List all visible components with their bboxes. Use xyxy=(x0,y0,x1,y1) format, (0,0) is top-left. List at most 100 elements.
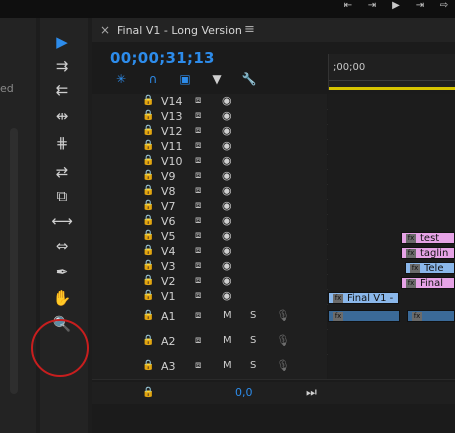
sync-lock-icon[interactable]: ⧈ xyxy=(195,170,201,181)
lock-icon[interactable]: 🔒 xyxy=(142,140,154,151)
eye-icon[interactable]: ◉ xyxy=(222,154,232,167)
eye-icon[interactable]: ◉ xyxy=(222,259,232,272)
eye-icon[interactable]: ◉ xyxy=(222,94,232,107)
lock-icon[interactable]: 🔒 xyxy=(142,215,154,226)
lock-icon[interactable]: 🔒 xyxy=(142,95,154,106)
track-area[interactable] xyxy=(328,139,455,154)
lock-icon[interactable]: 🔒 xyxy=(142,230,154,241)
eye-icon[interactable]: ◉ xyxy=(222,169,232,182)
eye-icon[interactable]: ◉ xyxy=(222,139,232,152)
track-name[interactable]: V13 xyxy=(161,110,183,123)
eye-icon[interactable]: ◉ xyxy=(222,289,232,302)
lock-icon[interactable]: 🔒 xyxy=(142,245,154,256)
lock-icon[interactable]: 🔒 xyxy=(142,200,154,211)
solo-button[interactable]: S xyxy=(250,310,256,321)
lock-icon[interactable]: 🔒 xyxy=(142,387,154,398)
track-name[interactable]: V8 xyxy=(161,185,183,198)
track-area[interactable] xyxy=(328,214,455,229)
rolling-edit-tool-icon[interactable]: ⋕ xyxy=(48,133,76,153)
sync-lock-icon[interactable]: ⧈ xyxy=(195,260,201,271)
track-name[interactable]: V4 xyxy=(161,245,183,258)
lock-icon[interactable]: 🔒 xyxy=(142,275,154,286)
transport-control-icon[interactable]: ⇨ xyxy=(437,0,451,14)
transport-control-icon[interactable]: ⇤ xyxy=(341,0,355,14)
add-marker-icon[interactable]: ▼ xyxy=(206,70,228,88)
track-area[interactable] xyxy=(328,184,455,199)
sync-lock-icon[interactable]: ⧈ xyxy=(195,140,201,151)
track-name[interactable]: A2 xyxy=(161,335,183,348)
sync-lock-icon[interactable]: ⧈ xyxy=(195,215,201,226)
sync-lock-icon[interactable]: ⧈ xyxy=(195,200,201,211)
eye-icon[interactable]: ◉ xyxy=(222,214,232,227)
sync-lock-icon[interactable]: ⧈ xyxy=(195,185,201,196)
solo-button[interactable]: S xyxy=(250,335,256,346)
go-to-end-icon[interactable]: ⏭ xyxy=(306,385,317,400)
eye-icon[interactable]: ◉ xyxy=(222,244,232,257)
transport-control-icon[interactable]: ▶ xyxy=(389,0,403,14)
mute-button[interactable]: M xyxy=(223,310,232,321)
track-name[interactable]: A1 xyxy=(161,310,183,323)
eye-icon[interactable]: ◉ xyxy=(222,109,232,122)
sync-lock-icon[interactable]: ⧈ xyxy=(195,290,201,301)
sync-lock-icon[interactable]: ⧈ xyxy=(195,275,201,286)
lock-icon[interactable]: 🔒 xyxy=(142,360,154,371)
eye-icon[interactable]: ◉ xyxy=(222,124,232,137)
close-icon[interactable]: × xyxy=(100,23,110,37)
timeline-clip[interactable]: fx xyxy=(407,310,455,322)
track-area[interactable] xyxy=(328,154,455,169)
timeline-clip[interactable]: fx Final xyxy=(401,277,455,289)
slip-tool-icon[interactable]: ⟷ xyxy=(48,211,76,231)
lock-icon[interactable]: 🔒 xyxy=(142,310,154,321)
hand-tool-icon[interactable]: ✋ xyxy=(48,288,76,308)
track-name[interactable]: V10 xyxy=(161,155,183,168)
track-name[interactable]: V12 xyxy=(161,125,183,138)
track-area[interactable] xyxy=(328,329,455,354)
lock-icon[interactable]: 🔒 xyxy=(142,155,154,166)
transport-control-icon[interactable]: ⇥ xyxy=(413,0,427,14)
sync-lock-icon[interactable]: ⧈ xyxy=(195,110,201,121)
time-ruler[interactable]: ;00;00 xyxy=(328,54,455,90)
lock-icon[interactable]: 🔒 xyxy=(142,260,154,271)
track-name[interactable]: V7 xyxy=(161,200,183,213)
track-area[interactable] xyxy=(328,124,455,139)
track-name[interactable]: V6 xyxy=(161,215,183,228)
timeline-clip[interactable]: fx Tele xyxy=(405,262,455,274)
lock-icon[interactable]: 🔒 xyxy=(142,110,154,121)
mute-button[interactable]: M xyxy=(223,335,232,346)
selection-tool-icon[interactable]: ▶ xyxy=(48,32,76,52)
track-area[interactable] xyxy=(328,169,455,184)
track-area[interactable] xyxy=(328,109,455,124)
track-name[interactable]: V14 xyxy=(161,95,183,108)
lock-icon[interactable]: 🔒 xyxy=(142,335,154,346)
track-name[interactable]: V9 xyxy=(161,170,183,183)
microphone-icon[interactable]: 🎙 xyxy=(276,359,290,372)
track-area[interactable] xyxy=(328,199,455,214)
timeline-clip[interactable]: fx test xyxy=(401,232,455,244)
pen-tool-icon[interactable]: ✒ xyxy=(48,262,76,282)
wrench-icon[interactable]: 🔧 xyxy=(238,70,260,88)
timeline-clip[interactable]: fx xyxy=(328,310,400,322)
razor-tool-icon[interactable]: ⧉ xyxy=(48,186,76,206)
sync-lock-icon[interactable]: ⧈ xyxy=(195,95,201,106)
track-area[interactable] xyxy=(328,94,455,109)
track-name[interactable]: V2 xyxy=(161,275,183,288)
snap-icon[interactable]: ✳ xyxy=(110,70,132,88)
track-select-backward-tool-icon[interactable]: ⇇ xyxy=(48,80,76,100)
timeline-clip[interactable]: fx Final V1 - xyxy=(328,292,399,304)
rate-stretch-tool-icon[interactable]: ⇄ xyxy=(48,162,76,182)
marker-icon[interactable]: ▣ xyxy=(174,70,196,88)
sync-lock-icon[interactable]: ⧈ xyxy=(195,125,201,136)
track-name[interactable]: V11 xyxy=(161,140,183,153)
transport-control-icon[interactable]: ⇥ xyxy=(365,0,379,14)
timeline-clip[interactable]: fx taglin xyxy=(401,247,455,259)
sync-lock-icon[interactable]: ⧈ xyxy=(195,155,201,166)
eye-icon[interactable]: ◉ xyxy=(222,199,232,212)
panel-menu-icon[interactable]: ≡ xyxy=(244,22,255,37)
track-name[interactable]: V3 xyxy=(161,260,183,273)
solo-button[interactable]: S xyxy=(250,360,256,371)
playhead-timecode[interactable]: 00;00;31;13 xyxy=(110,49,215,67)
sync-lock-icon[interactable]: ⧈ xyxy=(195,360,201,371)
sequence-title[interactable]: Final V1 - Long Version xyxy=(117,24,242,37)
track-select-forward-tool-icon[interactable]: ⇉ xyxy=(48,56,76,76)
slide-tool-icon[interactable]: ⇔ xyxy=(48,236,76,256)
